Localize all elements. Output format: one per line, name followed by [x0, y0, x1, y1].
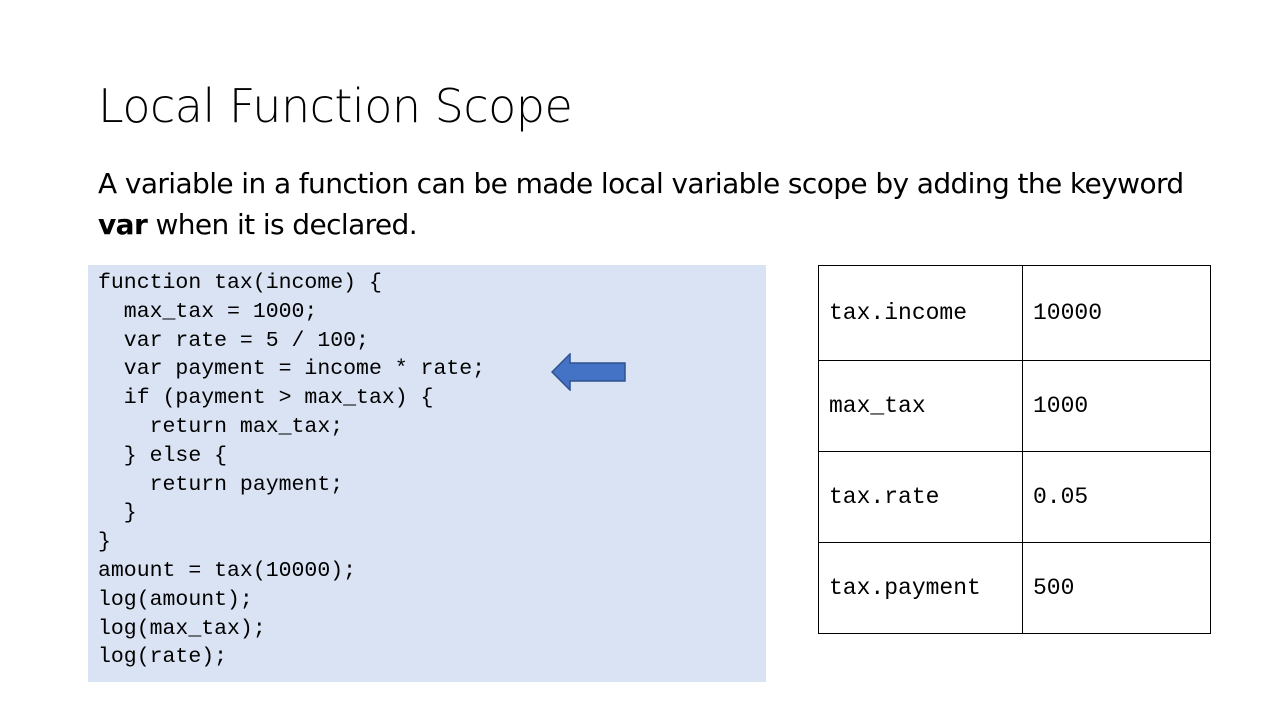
slide-title: Local Function Scope [98, 79, 573, 133]
code-line: log(amount); [98, 587, 253, 612]
variable-name-cell: tax.income [818, 265, 1023, 361]
code-line: if (payment > max_tax) { [98, 386, 434, 411]
code-line: } [98, 530, 111, 555]
variable-value-cell: 1000 [1022, 360, 1211, 452]
variable-name-cell: tax.rate [818, 451, 1023, 543]
code-line: amount = tax(10000); [98, 558, 357, 583]
slide-description: A variable in a function can be made loc… [98, 163, 1198, 245]
code-line: max_tax = 1000; [98, 299, 318, 324]
variable-name-cell: tax.payment [818, 542, 1023, 634]
code-line: } [98, 501, 137, 526]
code-line: log(rate); [98, 645, 228, 670]
variable-scope-table: tax.income 10000 max_tax 1000 tax.rate 0… [818, 265, 1211, 634]
table-row: tax.income 10000 [818, 265, 1211, 361]
variable-value-cell: 10000 [1022, 265, 1211, 361]
keyword-var: var [98, 208, 148, 241]
code-line: return max_tax; [98, 414, 344, 439]
variable-name-cell: max_tax [818, 360, 1023, 452]
table-row: max_tax 1000 [818, 360, 1211, 452]
code-line: var rate = 5 / 100; [98, 328, 369, 353]
table-row: tax.payment 500 [818, 542, 1211, 634]
code-line: var payment = income * rate; [98, 357, 486, 382]
left-arrow-icon [551, 353, 626, 391]
variable-value-cell: 0.05 [1022, 451, 1211, 543]
description-text-before: A variable in a function can be made loc… [98, 167, 1184, 200]
code-line: function tax(income) { [98, 271, 382, 295]
left-arrow-shape [551, 353, 626, 391]
description-text-after: when it is declared. [147, 208, 418, 241]
table-row: tax.rate 0.05 [818, 451, 1211, 543]
code-line: } else { [98, 443, 228, 468]
code-line: return payment; [98, 472, 344, 497]
variable-value-cell: 500 [1022, 542, 1211, 634]
code-block: function tax(income) { max_tax = 1000; v… [88, 265, 766, 682]
code-line: log(max_tax); [98, 616, 266, 641]
